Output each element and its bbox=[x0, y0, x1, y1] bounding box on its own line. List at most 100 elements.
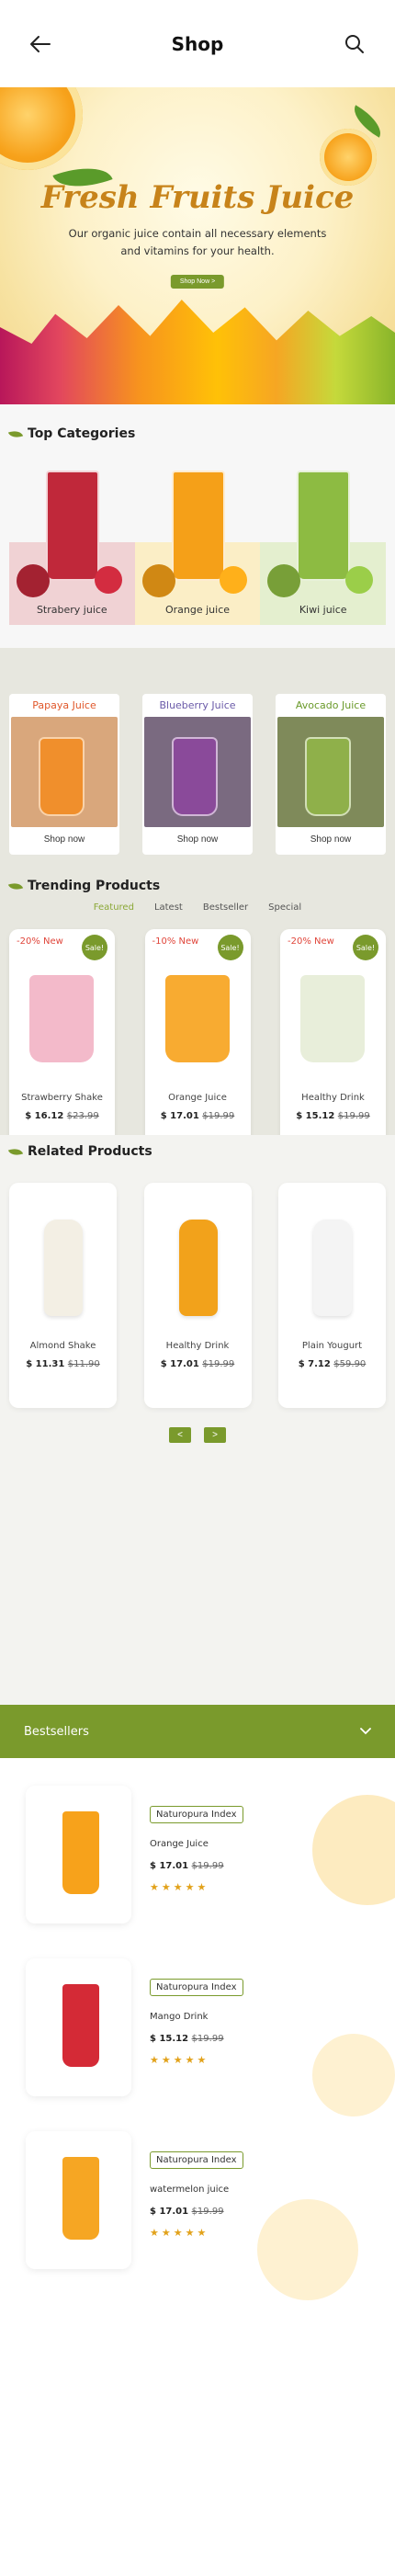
search-button[interactable] bbox=[342, 31, 367, 57]
bestsellers-bar[interactable]: Bestsellers bbox=[0, 1705, 395, 1758]
current-price: $ 17.01 bbox=[150, 2207, 189, 2217]
rating-stars: ★★★★★ bbox=[150, 2054, 209, 2066]
product-name: Healthy Drink bbox=[301, 1093, 365, 1103]
product-price: $ 11.31 $11.90 bbox=[9, 1359, 117, 1369]
old-price: $59.90 bbox=[333, 1359, 367, 1369]
promo-juice-image bbox=[144, 717, 251, 827]
sale-badge: Sale! bbox=[217, 935, 243, 960]
old-price: $11.90 bbox=[67, 1359, 100, 1369]
fruit-image bbox=[94, 566, 122, 594]
discount-label: -20% New bbox=[17, 936, 63, 947]
promo-title: Papaya Juice bbox=[32, 699, 96, 711]
juice-glass-image bbox=[297, 471, 351, 581]
trending-title: Trending Products bbox=[28, 879, 161, 893]
product-name: Mango Drink bbox=[150, 2012, 209, 2022]
old-price: $23.99 bbox=[66, 1111, 99, 1121]
product-filter-tabs: Featured Latest Bestseller Special bbox=[9, 902, 386, 913]
promo-title: Blueberry Juice bbox=[159, 699, 236, 711]
current-price: $ 17.01 bbox=[150, 1861, 189, 1871]
top-categories-section: Top Categories Strabery juice Orange juic… bbox=[0, 404, 395, 648]
leaf-icon bbox=[7, 879, 24, 892]
shop-now-button[interactable]: Shop now bbox=[310, 834, 351, 845]
product-image bbox=[62, 2157, 99, 2240]
promo-card: Blueberry Juice Shop now bbox=[142, 694, 253, 855]
old-price: $19.99 bbox=[202, 1111, 235, 1121]
juice-splash-image bbox=[0, 300, 395, 404]
old-price: $19.99 bbox=[191, 2207, 224, 2217]
old-price: $19.99 bbox=[337, 1111, 370, 1121]
current-price: $ 15.12 bbox=[296, 1111, 335, 1121]
product-card[interactable]: Healthy Drink $ 17.01 $19.99 bbox=[143, 1183, 252, 1408]
product-price: $ 17.01 $19.99 bbox=[150, 1861, 224, 1871]
current-price: $ 17.01 bbox=[160, 1111, 199, 1121]
related-product-list: Almond Shake $ 11.31 $11.90 Healthy Drink $… bbox=[9, 1183, 386, 1408]
product-card[interactable]: Almond Shake $ 11.31 $11.90 bbox=[9, 1183, 117, 1408]
rating-stars: ★★★★★ bbox=[150, 2227, 209, 2239]
bestseller-item[interactable]: Naturopura Index Mango Drink $ 15.12 $19.9… bbox=[26, 1958, 375, 2096]
promo-card: Avocado Juice Shop now bbox=[276, 694, 386, 855]
shop-now-button[interactable]: Shop now bbox=[177, 834, 218, 845]
bestseller-item[interactable]: Naturopura Index watermelon juice $ 17.01 … bbox=[26, 2131, 375, 2269]
product-card[interactable]: Plain Yougurt $ 7.12 $59.90 bbox=[278, 1183, 386, 1408]
category-card[interactable]: Kiwi juice bbox=[260, 460, 387, 625]
product-price: $ 16.12 $23.99 bbox=[9, 1111, 115, 1121]
shop-now-button[interactable]: Shop now bbox=[44, 834, 85, 845]
old-price: $19.99 bbox=[191, 1861, 224, 1871]
section-heading: Trending Products bbox=[7, 879, 386, 893]
product-name: Healthy Drink bbox=[165, 1341, 230, 1351]
product-card[interactable]: -20% New Sale! Strawberry Shake $ 16.12 $23… bbox=[9, 929, 115, 1154]
hero-shop-now-button[interactable]: Shop Now > bbox=[170, 275, 225, 289]
product-thumbnail bbox=[26, 1958, 131, 2096]
product-card[interactable]: -20% New Sale! Healthy Drink $ 15.12 $19.99 bbox=[280, 929, 386, 1154]
top-categories-title: Top Categories bbox=[28, 426, 136, 441]
promo-juice-image bbox=[277, 717, 384, 827]
current-price: $ 17.01 bbox=[160, 1359, 199, 1369]
product-thumbnail bbox=[26, 2131, 131, 2269]
top-bar: Shop bbox=[0, 0, 395, 87]
related-section: Related Products Almond Shake $ 11.31 $11… bbox=[0, 1135, 395, 1705]
prev-page-button[interactable]: < bbox=[169, 1427, 191, 1443]
hero-heading: Fresh Fruits Juice bbox=[40, 179, 355, 216]
current-price: $ 7.12 bbox=[298, 1359, 331, 1369]
bestseller-item[interactable]: Naturopura Index Orange Juice $ 17.01 $19.… bbox=[26, 1786, 375, 1923]
juice-glass-image bbox=[171, 471, 225, 581]
product-row: -20% New Sale! Strawberry Shake $ 16.12 $23… bbox=[9, 929, 386, 1154]
filter-tab-latest[interactable]: Latest bbox=[154, 902, 183, 913]
promo-card: Papaya Juice Shop now bbox=[9, 694, 119, 855]
category-label: Kiwi juice bbox=[299, 604, 347, 616]
orange-slice-image bbox=[320, 129, 377, 186]
juice-glass-image bbox=[172, 737, 218, 816]
product-image bbox=[178, 1220, 218, 1316]
juice-glass-image bbox=[39, 737, 85, 816]
fruit-image bbox=[345, 566, 374, 594]
product-name: Almond Shake bbox=[29, 1341, 96, 1351]
category-label: Orange juice bbox=[164, 604, 231, 616]
brand-tag: Naturopura Index bbox=[150, 2151, 243, 2169]
category-card[interactable]: Orange juice bbox=[134, 460, 261, 625]
juice-glass-image bbox=[305, 737, 351, 816]
bestsellers-title: Bestsellers bbox=[24, 1724, 89, 1739]
current-price: $ 16.12 bbox=[25, 1111, 64, 1121]
juice-glass-image bbox=[46, 471, 99, 581]
filter-tab-bestseller[interactable]: Bestseller bbox=[203, 902, 248, 913]
product-price: $ 15.12 $19.99 bbox=[280, 1111, 386, 1121]
promo-list: Papaya Juice Shop now Blueberry Juice Shop … bbox=[9, 694, 386, 855]
filter-tab-special[interactable]: Special bbox=[268, 902, 301, 913]
category-label: Strabery juice bbox=[36, 604, 107, 616]
next-page-button[interactable]: > bbox=[204, 1427, 226, 1443]
old-price: $19.99 bbox=[202, 1359, 235, 1369]
back-button[interactable] bbox=[28, 31, 53, 57]
page-title: Shop bbox=[171, 32, 224, 55]
category-card[interactable]: Strabery juice bbox=[9, 460, 135, 625]
fruit-image bbox=[141, 564, 175, 597]
product-image bbox=[164, 975, 230, 1062]
pagination: < > bbox=[0, 1427, 395, 1443]
rating-stars: ★★★★★ bbox=[150, 1881, 209, 1893]
product-card[interactable]: -10% New Sale! Orange Juice $ 17.01 $19.99 bbox=[144, 929, 251, 1154]
old-price: $19.99 bbox=[191, 2034, 224, 2044]
arrow-left-icon bbox=[30, 35, 51, 52]
leaf-icon bbox=[7, 427, 24, 440]
filter-tab-featured[interactable]: Featured bbox=[94, 902, 134, 913]
section-heading: Related Products bbox=[7, 1144, 152, 1159]
product-name: Strawberry Shake bbox=[21, 1093, 103, 1103]
